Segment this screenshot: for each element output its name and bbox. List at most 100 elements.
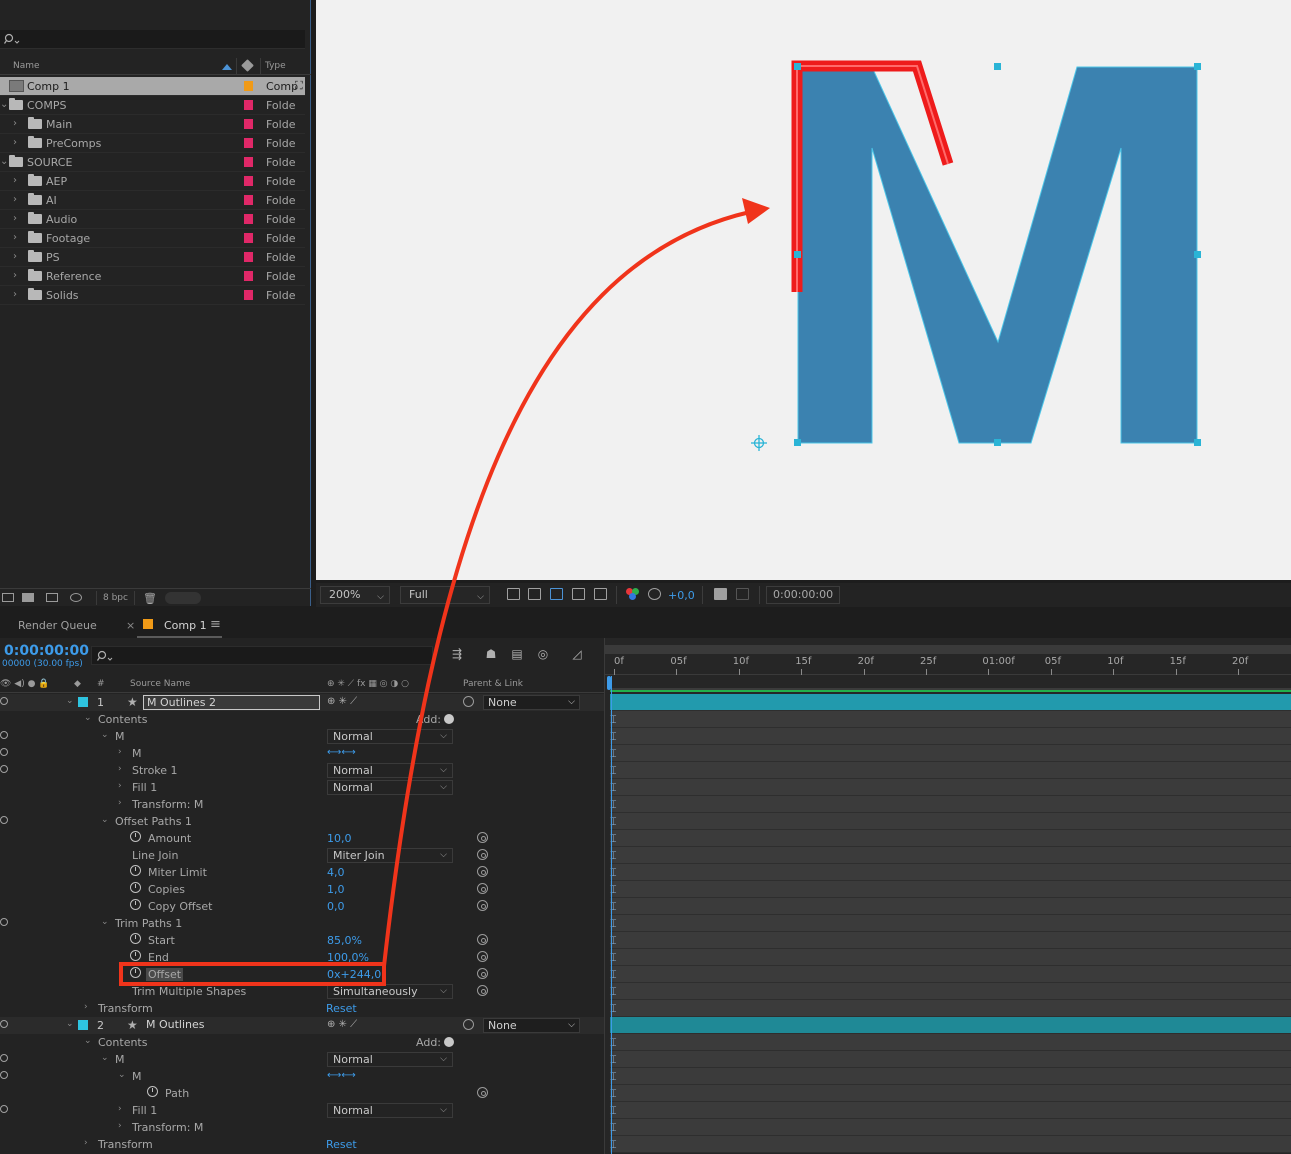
channel-rgb-icon[interactable] <box>626 588 639 601</box>
timeline-search-input[interactable] <box>91 646 433 665</box>
property-value[interactable]: 85,0% <box>327 934 362 947</box>
chevron-down-icon[interactable]: ⌄ <box>84 1036 92 1046</box>
show-snapshot-icon[interactable] <box>736 588 749 600</box>
chevron-right-icon[interactable]: › <box>13 118 17 129</box>
project-item-aep[interactable]: › AEP Folde <box>0 172 305 191</box>
eye-icon[interactable] <box>0 731 8 739</box>
eye-icon[interactable] <box>0 816 8 824</box>
flowchart-icon[interactable]: ⛶ <box>295 79 303 93</box>
property-row-line-join[interactable]: Line Join Miter Join ⌵ <box>0 847 604 864</box>
property-row-m[interactable]: ⌄ M Normal ⌵ <box>0 1051 604 1068</box>
eye-icon[interactable] <box>0 1020 8 1028</box>
project-item-ps[interactable]: › PS Folde <box>0 248 305 267</box>
label-color-swatch[interactable] <box>244 195 253 205</box>
project-item-comps[interactable]: ⌄ COMPS Folde <box>0 96 305 115</box>
column-name[interactable]: Name <box>13 61 40 71</box>
property-row-copy-offset[interactable]: Copy Offset 0,0 <box>0 898 604 915</box>
stopwatch-icon[interactable] <box>130 950 141 961</box>
expression-pickwhip-icon[interactable] <box>477 951 488 962</box>
layer-name[interactable]: M Outlines 2 <box>143 695 320 710</box>
thumbnail-size-slider[interactable] <box>165 592 201 604</box>
region-of-interest-icon[interactable] <box>572 588 585 600</box>
property-row-offset[interactable]: Offset 0x+244,0° <box>0 966 604 983</box>
parent-dropdown[interactable]: None ⌵ <box>483 695 580 710</box>
property-row-transform[interactable]: › Transform Reset <box>0 1136 604 1153</box>
eye-icon[interactable] <box>0 697 8 705</box>
property-row-m[interactable]: ⌄ M Normal ⌵ <box>0 728 604 745</box>
property-row-contents[interactable]: ⌄ Contents Add: <box>0 1034 604 1051</box>
property-row-transform-m[interactable]: › Transform: M <box>0 796 604 813</box>
chevron-right-icon[interactable]: › <box>13 289 17 300</box>
chevron-right-icon[interactable]: › <box>13 175 17 186</box>
project-item-precomps[interactable]: › PreComps Folde <box>0 134 305 153</box>
property-dropdown[interactable]: Normal ⌵ <box>327 729 453 744</box>
property-row-trim-paths-1[interactable]: ⌄ Trim Paths 1 <box>0 915 604 932</box>
time-ruler[interactable]: 0f 05f 10f 15f 20f 25f 01:00f 05f 10f 15f 20f <box>605 645 1291 675</box>
pick-whip-icon[interactable] <box>463 1019 474 1030</box>
chevron-down-icon[interactable]: ⌄ <box>0 99 8 110</box>
eye-icon[interactable] <box>0 918 8 926</box>
add-property-button[interactable]: Add: <box>416 1036 455 1049</box>
grid-guides-icon[interactable] <box>594 588 607 600</box>
pick-whip-icon[interactable] <box>463 696 474 707</box>
chevron-right-icon[interactable]: › <box>84 1138 88 1148</box>
snapshot-camera-icon[interactable] <box>714 588 727 600</box>
property-row-path[interactable]: Path <box>0 1085 604 1102</box>
reset-exposure-icon[interactable] <box>648 588 661 600</box>
av-features-icons[interactable]: 👁 ◀) ● 🔒 <box>0 679 50 689</box>
layer-label-color[interactable] <box>78 697 88 707</box>
sort-ascending-icon[interactable] <box>222 64 232 70</box>
column-source-name[interactable]: Source Name <box>130 679 190 689</box>
property-value[interactable]: 1,0 <box>327 883 345 896</box>
trash-icon[interactable]: 🗑 <box>143 592 157 605</box>
chevron-down-icon[interactable]: ⌄ <box>101 815 109 825</box>
property-value[interactable]: 0,0 <box>327 900 345 913</box>
composition-flowchart-icon[interactable]: ⇶ <box>450 648 464 661</box>
project-item-main[interactable]: › Main Folde <box>0 115 305 134</box>
chevron-right-icon[interactable]: › <box>13 137 17 148</box>
property-row-start[interactable]: Start 85,0% <box>0 932 604 949</box>
eye-icon[interactable] <box>0 1071 8 1079</box>
layer-duration-bar[interactable] <box>610 1017 1291 1034</box>
chevron-right-icon[interactable]: › <box>13 232 17 243</box>
label-color-swatch[interactable] <box>244 138 253 148</box>
chevron-down-icon[interactable]: ⌄ <box>66 1019 74 1029</box>
property-dropdown[interactable]: Normal ⌵ <box>327 780 453 795</box>
add-property-button[interactable]: Add: <box>416 713 455 726</box>
property-row-transform-m[interactable]: › Transform: M <box>0 1119 604 1136</box>
property-row-m[interactable]: › M ⟷⟷ <box>0 745 604 762</box>
label-color-swatch[interactable] <box>244 157 253 167</box>
stopwatch-icon[interactable] <box>147 1086 158 1097</box>
property-row-trim-multiple-shapes[interactable]: Trim Multiple Shapes Simultaneously ⌵ <box>0 983 604 1000</box>
project-item-footage[interactable]: › Footage Folde <box>0 229 305 248</box>
chevron-down-icon[interactable]: ⌄ <box>84 713 92 723</box>
eye-icon[interactable] <box>0 1054 8 1062</box>
property-value[interactable]: 0x+244,0° <box>327 968 387 981</box>
property-row-end[interactable]: End 100,0% <box>0 949 604 966</box>
reset-button[interactable]: Reset <box>326 1138 357 1151</box>
label-column-icon[interactable]: ◆ <box>74 679 81 689</box>
magnification-dropdown[interactable]: 200% ⌵ <box>320 586 390 604</box>
tab-render-queue[interactable]: Render Queue <box>18 619 97 632</box>
layer-row-m-outlines[interactable]: ⌄ 2 ★ M Outlines ⊕ ✳ ⟋ None ⌵ <box>0 1017 604 1034</box>
timeline-graph-panel[interactable]: 0f 05f 10f 15f 20f 25f 01:00f 05f 10f 15f 20f ⌶ ⌶ ⌶ ⌶… <box>604 638 1291 1154</box>
resolution-dropdown[interactable]: Full ⌵ <box>400 586 490 604</box>
chevron-right-icon[interactable]: › <box>118 798 122 808</box>
label-color-swatch[interactable] <box>244 252 253 262</box>
property-dropdown[interactable]: Simultaneously ⌵ <box>327 984 453 999</box>
panel-menu-icon[interactable]: ≡ <box>210 617 221 632</box>
chevron-down-icon[interactable]: ⌄ <box>101 1053 109 1063</box>
label-color-swatch[interactable] <box>244 214 253 224</box>
chevron-right-icon[interactable]: › <box>84 1002 88 1012</box>
column-number[interactable]: # <box>97 679 105 689</box>
expression-pickwhip-icon[interactable] <box>477 1087 488 1098</box>
property-row-fill-1[interactable]: › Fill 1 Normal ⌵ <box>0 779 604 796</box>
new-comp-icon[interactable] <box>46 593 58 602</box>
stopwatch-icon[interactable] <box>130 967 141 978</box>
property-dropdown[interactable]: Normal ⌵ <box>327 1103 453 1118</box>
chevron-right-icon[interactable]: › <box>118 1121 122 1131</box>
property-value[interactable]: 4,0 <box>327 866 345 879</box>
property-value[interactable]: 10,0 <box>327 832 352 845</box>
label-color-swatch[interactable] <box>244 100 253 110</box>
new-folder-icon[interactable] <box>22 593 34 602</box>
